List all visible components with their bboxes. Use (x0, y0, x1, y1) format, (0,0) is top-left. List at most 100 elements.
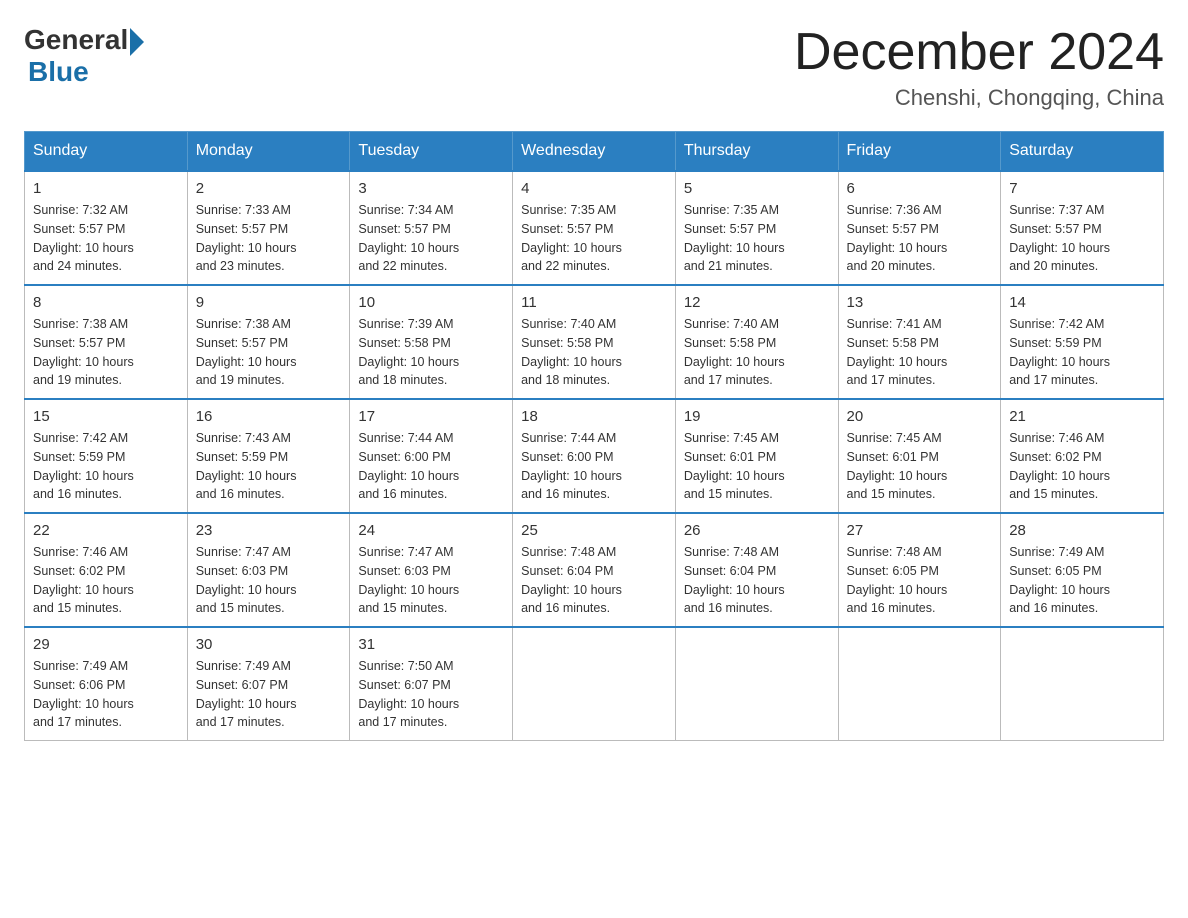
calendar-cell: 19 Sunrise: 7:45 AM Sunset: 6:01 PM Dayl… (675, 399, 838, 513)
day-detail: Sunrise: 7:39 AM Sunset: 5:58 PM Dayligh… (358, 315, 504, 390)
logo-general-text: General (24, 24, 128, 56)
day-number: 25 (521, 522, 667, 539)
day-detail: Sunrise: 7:47 AM Sunset: 6:03 PM Dayligh… (358, 543, 504, 618)
calendar-cell: 24 Sunrise: 7:47 AM Sunset: 6:03 PM Dayl… (350, 513, 513, 627)
calendar-cell: 12 Sunrise: 7:40 AM Sunset: 5:58 PM Dayl… (675, 285, 838, 399)
calendar-cell: 1 Sunrise: 7:32 AM Sunset: 5:57 PM Dayli… (25, 171, 188, 285)
day-number: 24 (358, 522, 504, 539)
col-header-monday: Monday (187, 132, 350, 172)
day-number: 28 (1009, 522, 1155, 539)
calendar-cell: 5 Sunrise: 7:35 AM Sunset: 5:57 PM Dayli… (675, 171, 838, 285)
col-header-friday: Friday (838, 132, 1001, 172)
calendar-cell: 11 Sunrise: 7:40 AM Sunset: 5:58 PM Dayl… (513, 285, 676, 399)
day-detail: Sunrise: 7:40 AM Sunset: 5:58 PM Dayligh… (684, 315, 830, 390)
month-title: December 2024 (794, 24, 1164, 81)
calendar-cell (675, 627, 838, 741)
day-number: 11 (521, 294, 667, 311)
day-detail: Sunrise: 7:38 AM Sunset: 5:57 PM Dayligh… (196, 315, 342, 390)
day-detail: Sunrise: 7:48 AM Sunset: 6:04 PM Dayligh… (684, 543, 830, 618)
day-number: 22 (33, 522, 179, 539)
title-section: December 2024 Chenshi, Chongqing, China (794, 24, 1164, 111)
calendar-cell: 13 Sunrise: 7:41 AM Sunset: 5:58 PM Dayl… (838, 285, 1001, 399)
day-detail: Sunrise: 7:49 AM Sunset: 6:07 PM Dayligh… (196, 657, 342, 732)
col-header-wednesday: Wednesday (513, 132, 676, 172)
calendar-cell: 26 Sunrise: 7:48 AM Sunset: 6:04 PM Dayl… (675, 513, 838, 627)
day-detail: Sunrise: 7:48 AM Sunset: 6:05 PM Dayligh… (847, 543, 993, 618)
day-number: 1 (33, 180, 179, 197)
day-number: 8 (33, 294, 179, 311)
week-row-4: 22 Sunrise: 7:46 AM Sunset: 6:02 PM Dayl… (25, 513, 1164, 627)
calendar-header-row: SundayMondayTuesdayWednesdayThursdayFrid… (25, 132, 1164, 172)
day-number: 2 (196, 180, 342, 197)
day-detail: Sunrise: 7:45 AM Sunset: 6:01 PM Dayligh… (847, 429, 993, 504)
day-number: 21 (1009, 408, 1155, 425)
calendar-cell: 30 Sunrise: 7:49 AM Sunset: 6:07 PM Dayl… (187, 627, 350, 741)
day-number: 31 (358, 636, 504, 653)
day-detail: Sunrise: 7:42 AM Sunset: 5:59 PM Dayligh… (33, 429, 179, 504)
day-number: 18 (521, 408, 667, 425)
day-number: 3 (358, 180, 504, 197)
calendar-cell: 18 Sunrise: 7:44 AM Sunset: 6:00 PM Dayl… (513, 399, 676, 513)
calendar-cell: 21 Sunrise: 7:46 AM Sunset: 6:02 PM Dayl… (1001, 399, 1164, 513)
calendar-cell: 25 Sunrise: 7:48 AM Sunset: 6:04 PM Dayl… (513, 513, 676, 627)
calendar-cell: 8 Sunrise: 7:38 AM Sunset: 5:57 PM Dayli… (25, 285, 188, 399)
day-detail: Sunrise: 7:44 AM Sunset: 6:00 PM Dayligh… (521, 429, 667, 504)
day-number: 17 (358, 408, 504, 425)
col-header-saturday: Saturday (1001, 132, 1164, 172)
day-detail: Sunrise: 7:35 AM Sunset: 5:57 PM Dayligh… (684, 201, 830, 276)
logo: General Blue (24, 24, 144, 88)
day-detail: Sunrise: 7:32 AM Sunset: 5:57 PM Dayligh… (33, 201, 179, 276)
calendar-cell: 28 Sunrise: 7:49 AM Sunset: 6:05 PM Dayl… (1001, 513, 1164, 627)
day-number: 9 (196, 294, 342, 311)
day-number: 29 (33, 636, 179, 653)
day-number: 23 (196, 522, 342, 539)
day-detail: Sunrise: 7:48 AM Sunset: 6:04 PM Dayligh… (521, 543, 667, 618)
day-number: 19 (684, 408, 830, 425)
week-row-5: 29 Sunrise: 7:49 AM Sunset: 6:06 PM Dayl… (25, 627, 1164, 741)
day-detail: Sunrise: 7:36 AM Sunset: 5:57 PM Dayligh… (847, 201, 993, 276)
logo-arrow-icon (130, 28, 144, 56)
day-number: 26 (684, 522, 830, 539)
day-detail: Sunrise: 7:34 AM Sunset: 5:57 PM Dayligh… (358, 201, 504, 276)
week-row-3: 15 Sunrise: 7:42 AM Sunset: 5:59 PM Dayl… (25, 399, 1164, 513)
day-number: 12 (684, 294, 830, 311)
day-detail: Sunrise: 7:46 AM Sunset: 6:02 PM Dayligh… (1009, 429, 1155, 504)
day-detail: Sunrise: 7:35 AM Sunset: 5:57 PM Dayligh… (521, 201, 667, 276)
week-row-2: 8 Sunrise: 7:38 AM Sunset: 5:57 PM Dayli… (25, 285, 1164, 399)
calendar-cell: 10 Sunrise: 7:39 AM Sunset: 5:58 PM Dayl… (350, 285, 513, 399)
calendar-cell: 27 Sunrise: 7:48 AM Sunset: 6:05 PM Dayl… (838, 513, 1001, 627)
calendar-cell (513, 627, 676, 741)
calendar-cell: 16 Sunrise: 7:43 AM Sunset: 5:59 PM Dayl… (187, 399, 350, 513)
day-number: 10 (358, 294, 504, 311)
day-number: 20 (847, 408, 993, 425)
day-number: 16 (196, 408, 342, 425)
day-detail: Sunrise: 7:41 AM Sunset: 5:58 PM Dayligh… (847, 315, 993, 390)
day-detail: Sunrise: 7:43 AM Sunset: 5:59 PM Dayligh… (196, 429, 342, 504)
day-detail: Sunrise: 7:49 AM Sunset: 6:05 PM Dayligh… (1009, 543, 1155, 618)
calendar-cell: 9 Sunrise: 7:38 AM Sunset: 5:57 PM Dayli… (187, 285, 350, 399)
calendar-table: SundayMondayTuesdayWednesdayThursdayFrid… (24, 131, 1164, 741)
calendar-cell: 2 Sunrise: 7:33 AM Sunset: 5:57 PM Dayli… (187, 171, 350, 285)
day-number: 15 (33, 408, 179, 425)
calendar-cell: 4 Sunrise: 7:35 AM Sunset: 5:57 PM Dayli… (513, 171, 676, 285)
day-detail: Sunrise: 7:47 AM Sunset: 6:03 PM Dayligh… (196, 543, 342, 618)
day-detail: Sunrise: 7:42 AM Sunset: 5:59 PM Dayligh… (1009, 315, 1155, 390)
day-detail: Sunrise: 7:37 AM Sunset: 5:57 PM Dayligh… (1009, 201, 1155, 276)
day-detail: Sunrise: 7:40 AM Sunset: 5:58 PM Dayligh… (521, 315, 667, 390)
day-number: 6 (847, 180, 993, 197)
day-detail: Sunrise: 7:49 AM Sunset: 6:06 PM Dayligh… (33, 657, 179, 732)
page-header: General Blue December 2024 Chenshi, Chon… (24, 24, 1164, 111)
calendar-cell: 6 Sunrise: 7:36 AM Sunset: 5:57 PM Dayli… (838, 171, 1001, 285)
day-detail: Sunrise: 7:46 AM Sunset: 6:02 PM Dayligh… (33, 543, 179, 618)
logo-blue-text: Blue (28, 56, 89, 88)
day-detail: Sunrise: 7:50 AM Sunset: 6:07 PM Dayligh… (358, 657, 504, 732)
calendar-cell: 17 Sunrise: 7:44 AM Sunset: 6:00 PM Dayl… (350, 399, 513, 513)
calendar-cell: 22 Sunrise: 7:46 AM Sunset: 6:02 PM Dayl… (25, 513, 188, 627)
location-subtitle: Chenshi, Chongqing, China (794, 85, 1164, 111)
day-number: 5 (684, 180, 830, 197)
day-number: 7 (1009, 180, 1155, 197)
calendar-cell: 23 Sunrise: 7:47 AM Sunset: 6:03 PM Dayl… (187, 513, 350, 627)
calendar-cell: 20 Sunrise: 7:45 AM Sunset: 6:01 PM Dayl… (838, 399, 1001, 513)
day-detail: Sunrise: 7:45 AM Sunset: 6:01 PM Dayligh… (684, 429, 830, 504)
col-header-thursday: Thursday (675, 132, 838, 172)
